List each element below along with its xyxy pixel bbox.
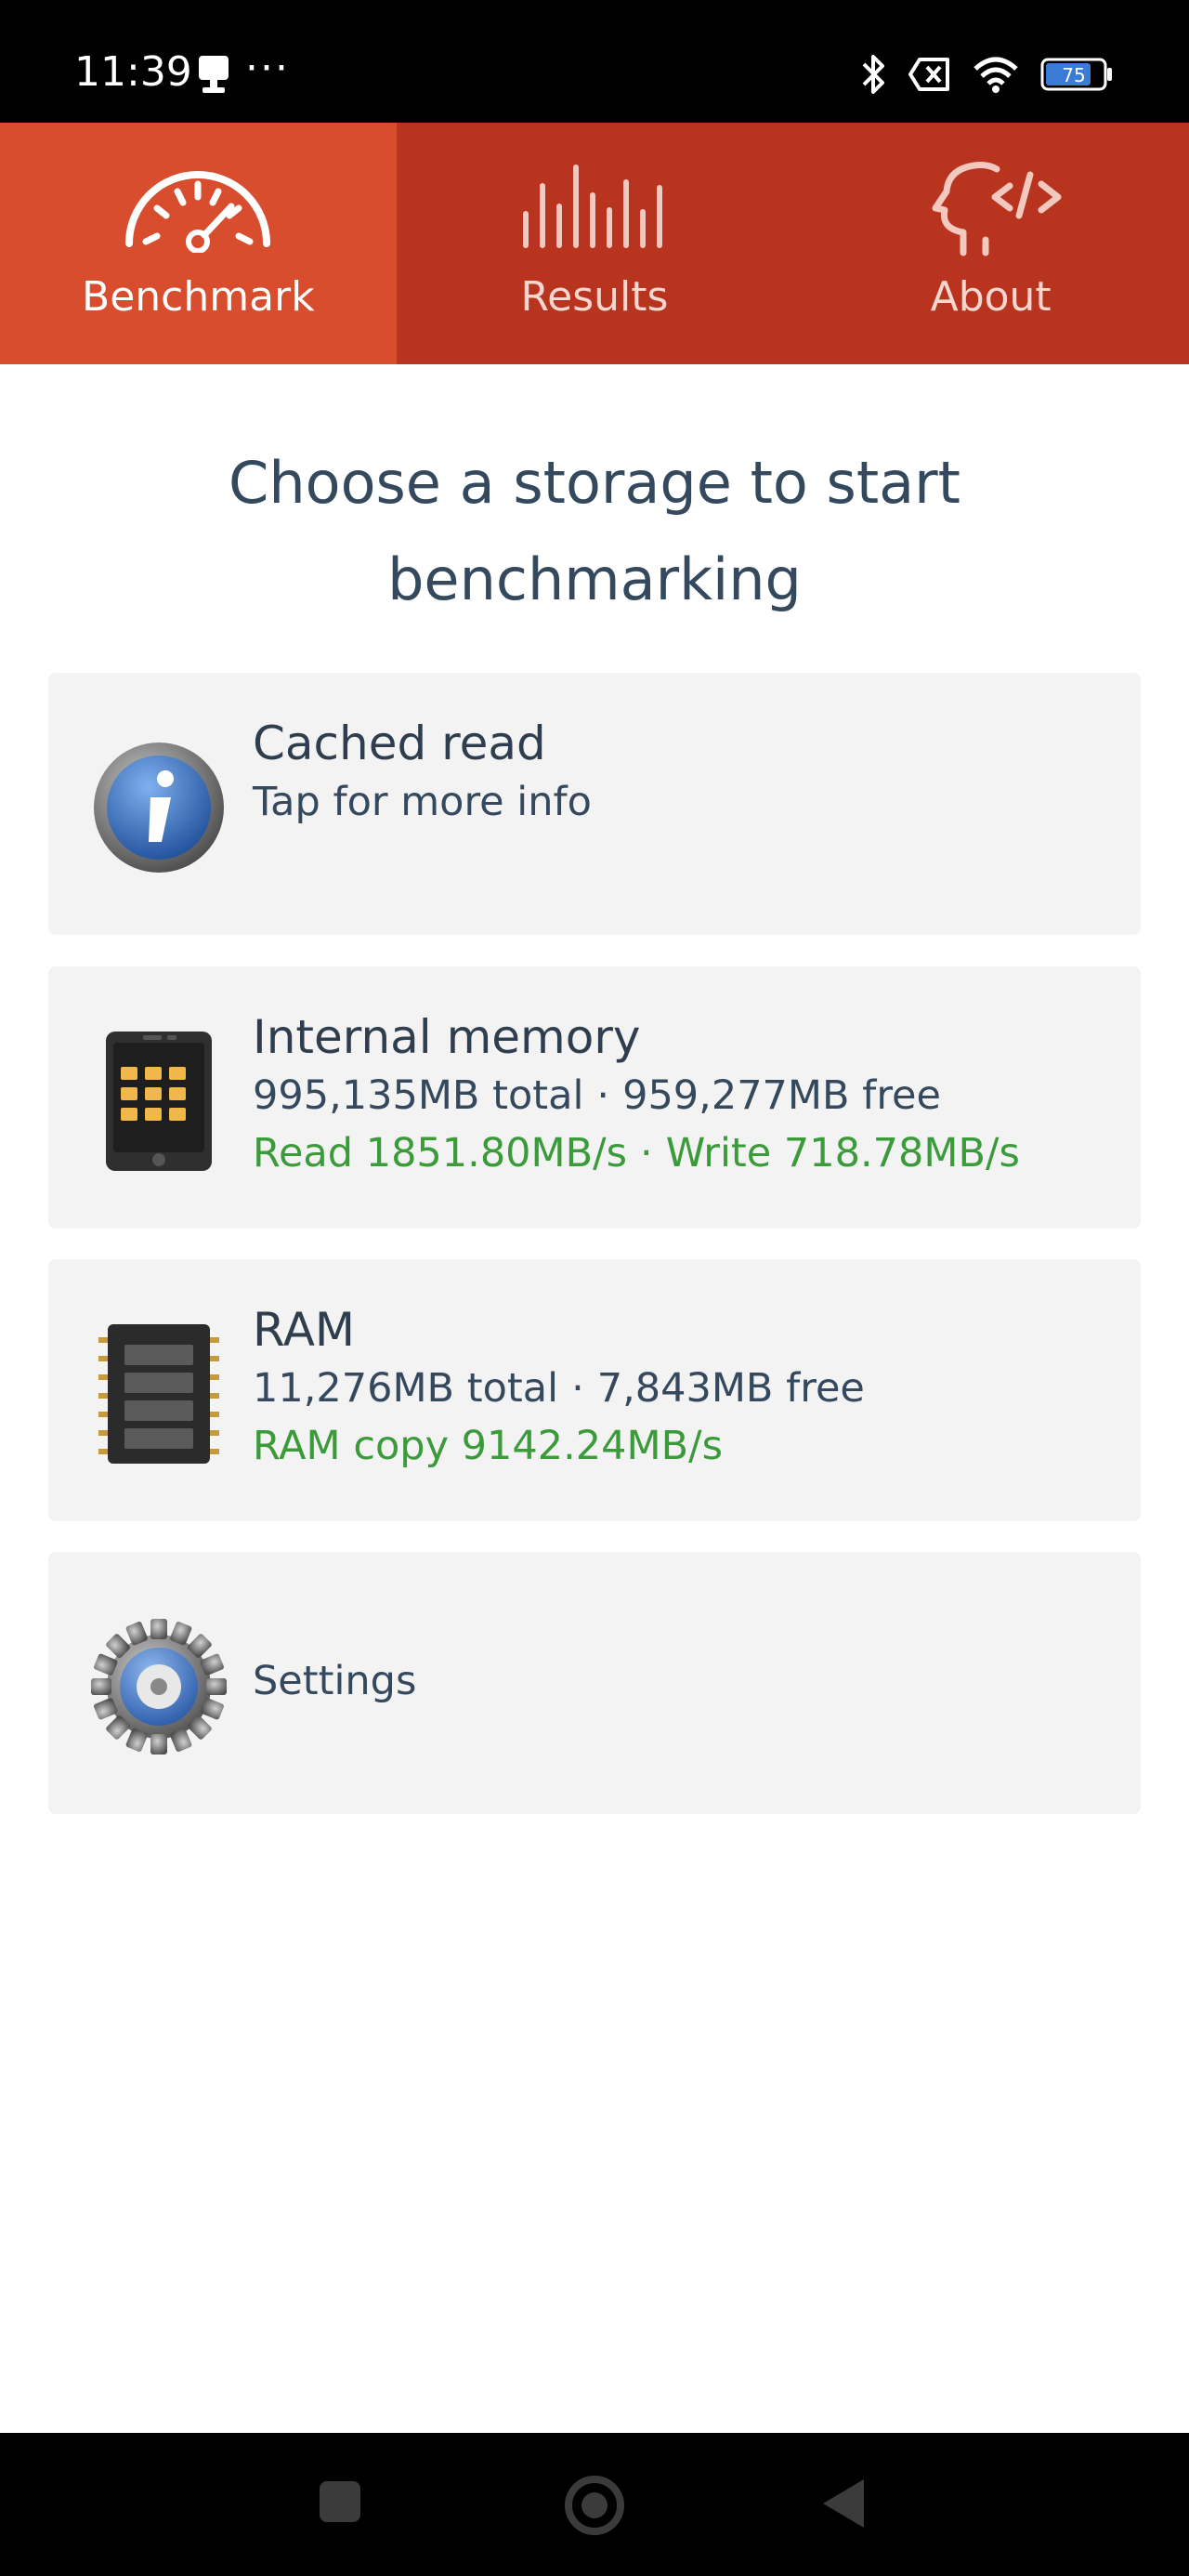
phone-icon	[106, 1032, 212, 1171]
free-size: 7,843MB free	[596, 1365, 865, 1412]
more-notifications-icon: ···	[245, 45, 290, 92]
storage-info: 11,276MB total · 7,843MB free	[253, 1360, 1104, 1417]
tab-label: About	[930, 273, 1052, 321]
ram-chip-icon	[98, 1324, 219, 1464]
system-nav-bar	[0, 2433, 1189, 2576]
battery-level: 75	[1062, 64, 1085, 86]
back-button[interactable]	[823, 2479, 864, 2528]
read-speed: Read 1851.80MB/s	[253, 1130, 628, 1176]
recent-apps-button[interactable]	[320, 2481, 360, 2522]
card-settings[interactable]: Settings	[48, 1552, 1141, 1814]
card-ram[interactable]: RAM 11,276MB total · 7,843MB free RAM copy…	[48, 1259, 1141, 1521]
tab-about[interactable]: About	[792, 123, 1189, 364]
free-size: 959,277MB free	[622, 1072, 941, 1119]
card-title: Cached read	[253, 716, 546, 770]
bars-icon	[522, 164, 662, 248]
tab-bar: Benchmark Results About	[0, 123, 1189, 364]
write-speed: Write 718.78MB/s	[665, 1130, 1020, 1176]
speed-info: Read 1851.80MB/s · Write 718.78MB/s	[253, 1124, 1104, 1182]
card-cached-read[interactable]: Cached read Tap for more info	[48, 673, 1141, 935]
separator: ·	[596, 1072, 610, 1119]
tab-benchmark[interactable]: Benchmark	[0, 123, 397, 364]
separator: ·	[571, 1365, 584, 1412]
total-size: 11,276MB total	[253, 1365, 559, 1412]
separator: ·	[640, 1130, 653, 1176]
battery-icon: 75	[1040, 58, 1112, 91]
storage-info: 995,135MB total · 959,277MB free	[253, 1067, 1104, 1124]
tab-results[interactable]: Results	[397, 123, 793, 364]
tab-label: Benchmark	[82, 273, 315, 321]
card-title: Internal memory	[253, 1010, 641, 1064]
status-icons: 75	[860, 52, 1115, 97]
bluetooth-icon	[862, 55, 884, 94]
total-size: 995,135MB total	[253, 1072, 584, 1119]
card-internal-memory[interactable]: Internal memory 995,135MB total · 959,277M…	[48, 966, 1141, 1229]
head-code-icon	[932, 162, 1062, 256]
card-title: RAM	[253, 1303, 356, 1357]
wifi-icon	[973, 57, 1018, 93]
no-sim-icon	[908, 58, 949, 91]
ram-copy-speed: RAM copy 9142.24MB/s	[253, 1423, 723, 1469]
notification-icon	[199, 56, 229, 93]
home-button[interactable]	[565, 2476, 624, 2535]
tab-label: Results	[520, 273, 669, 321]
card-title: Settings	[253, 1658, 417, 1704]
page-title: Choose a storage to start benchmarking	[229, 449, 960, 613]
gear-icon	[91, 1619, 227, 1755]
speedometer-icon	[125, 171, 271, 253]
status-bar: 11:39 ··· 75	[0, 0, 1189, 123]
status-time: 11:39	[74, 48, 192, 96]
card-subtitle: Tap for more info	[253, 779, 592, 825]
info-icon	[94, 743, 224, 873]
